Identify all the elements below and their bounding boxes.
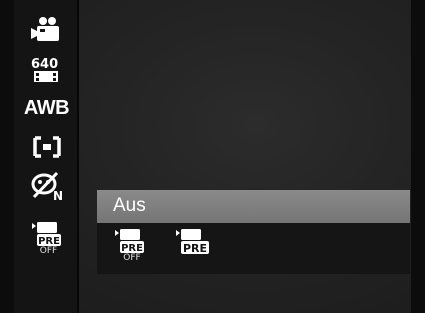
pre-record-on-icon: PRE bbox=[176, 229, 209, 255]
resolution-640-icon[interactable]: 640 bbox=[14, 52, 79, 88]
submenu-options: PRE OFF PRE bbox=[97, 223, 410, 274]
movie-camera-icon[interactable] bbox=[14, 14, 79, 46]
submenu-header: Aus bbox=[97, 190, 410, 223]
submenu-title: Aus bbox=[113, 195, 146, 216]
awb-label: AWB bbox=[23, 96, 70, 119]
option-pre-record-on[interactable]: PRE bbox=[172, 228, 216, 256]
white-balance-icon[interactable]: AWB bbox=[14, 94, 79, 122]
pre-record-off-caption: OFF bbox=[123, 253, 141, 263]
face-detect-sub: N bbox=[53, 189, 63, 201]
pre-record-icon[interactable]: PRE OFF bbox=[14, 216, 79, 260]
pre-badge: PRE bbox=[38, 236, 60, 247]
pre-badge: PRE bbox=[183, 242, 207, 255]
face-detect-off-icon[interactable]: N bbox=[14, 170, 79, 202]
left-border bbox=[0, 0, 14, 313]
resolution-label: 640 bbox=[31, 57, 58, 72]
pre-record-off-icon: PRE bbox=[115, 229, 144, 254]
pre-record-caption: OFF bbox=[39, 245, 58, 256]
settings-sidebar: 640 AWB N PRE OFF bbox=[14, 0, 79, 313]
right-border bbox=[411, 0, 425, 313]
option-pre-record-off[interactable]: PRE OFF bbox=[111, 228, 151, 263]
focus-area-icon[interactable] bbox=[14, 134, 79, 160]
